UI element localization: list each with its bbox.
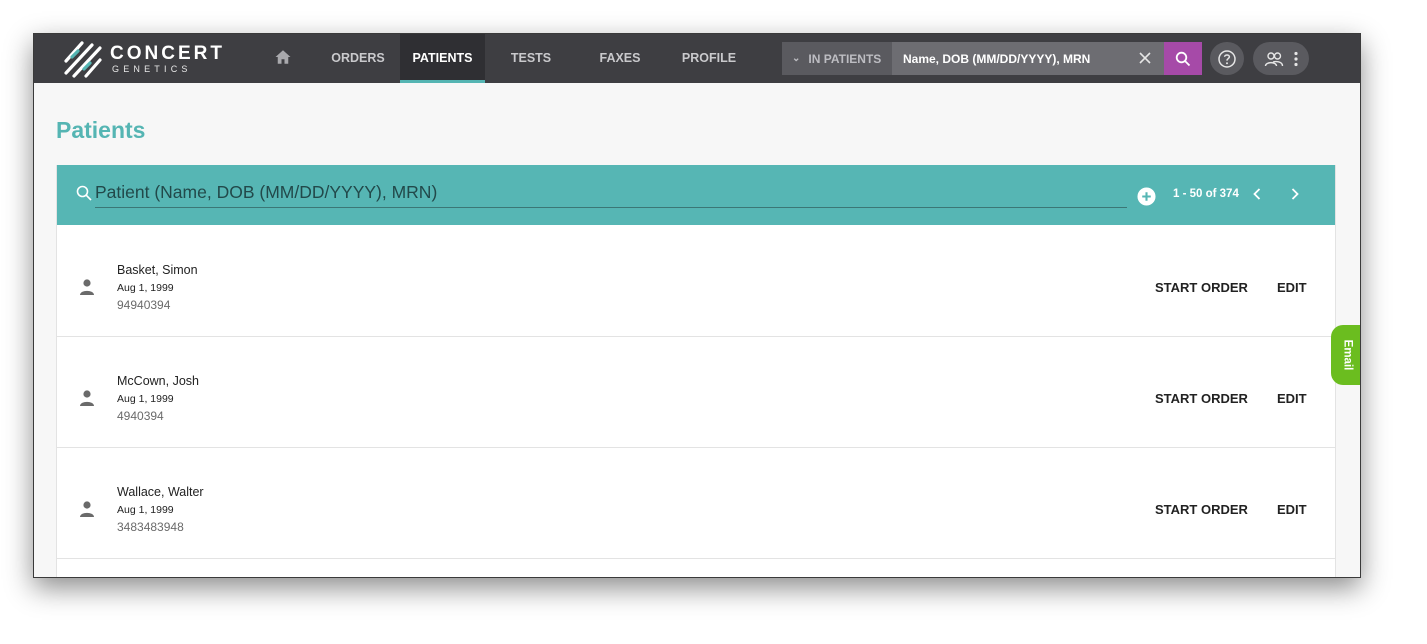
person-icon xyxy=(80,501,94,517)
patient-list-card: 1 - 50 of 374 Basket, Simon Aug 1, 1999 … xyxy=(56,165,1336,577)
home-icon[interactable] xyxy=(274,48,292,66)
page-title: Patients xyxy=(56,117,146,143)
patient-mrn: 94940394 xyxy=(117,298,171,312)
logo-sub-text: GENETICS xyxy=(112,64,192,74)
patient-mrn: 4940394 xyxy=(117,409,164,423)
nav-faxes[interactable]: FAXES xyxy=(582,34,658,83)
patient-dob: Aug 1, 1999 xyxy=(117,393,174,405)
patient-name: Wallace, Walter xyxy=(117,485,204,499)
nav-tests[interactable]: TESTS xyxy=(492,34,570,83)
help-button[interactable] xyxy=(1210,42,1244,75)
app-window: CONCERT GENETICS ORDERS PATIENTS TESTS F… xyxy=(33,33,1361,578)
global-search-button[interactable] xyxy=(1164,42,1202,75)
chevron-right-icon[interactable] xyxy=(1287,186,1303,202)
chevron-down-icon: ⌄ xyxy=(792,53,801,64)
users-icon xyxy=(1264,51,1284,66)
email-feedback-tab[interactable]: Email xyxy=(1331,325,1360,385)
start-order-button[interactable]: START ORDER xyxy=(1155,502,1248,517)
search-icon xyxy=(76,185,92,201)
edit-button[interactable]: EDIT xyxy=(1277,502,1307,517)
patient-name: McCown, Josh xyxy=(117,374,199,388)
nav-orders[interactable]: ORDERS xyxy=(317,34,399,83)
concert-genetics-logo[interactable]: CONCERT GENETICS xyxy=(62,39,225,79)
email-tab-label: Email xyxy=(1341,339,1353,371)
logo-brand-text: CONCERT xyxy=(110,43,225,64)
search-scope-label: IN PATIENTS xyxy=(808,51,882,66)
patient-dob: Aug 1, 1999 xyxy=(117,282,174,294)
logo-mark-icon xyxy=(64,41,102,78)
edit-button[interactable]: EDIT xyxy=(1277,280,1307,295)
more-vertical-icon xyxy=(1294,51,1298,66)
start-order-button[interactable]: START ORDER xyxy=(1155,280,1248,295)
pagination-range: 1 - 50 of 374 xyxy=(1173,188,1239,200)
help-icon xyxy=(1218,49,1236,68)
patient-row[interactable]: Basket, Simon Aug 1, 1999 94940394 START… xyxy=(57,226,1335,337)
clear-icon[interactable] xyxy=(1138,51,1152,65)
global-search-box xyxy=(892,42,1164,75)
patient-search-input[interactable] xyxy=(95,177,1127,208)
start-order-button[interactable]: START ORDER xyxy=(1155,391,1248,406)
edit-button[interactable]: EDIT xyxy=(1277,391,1307,406)
patient-mrn: 3483483948 xyxy=(117,520,184,534)
patient-row[interactable]: McCown, Josh Aug 1, 1999 4940394 START O… xyxy=(57,337,1335,448)
chevron-left-icon[interactable] xyxy=(1249,186,1265,202)
nav-profile[interactable]: PROFILE xyxy=(668,34,750,83)
add-patient-icon[interactable] xyxy=(1137,187,1156,206)
person-icon xyxy=(80,390,94,406)
patient-list-header: 1 - 50 of 374 xyxy=(57,165,1335,225)
person-icon xyxy=(80,279,94,295)
account-menu-button[interactable] xyxy=(1253,42,1309,75)
search-scope-dropdown[interactable]: ⌄ IN PATIENTS xyxy=(782,42,892,75)
global-search-input[interactable] xyxy=(903,51,1123,66)
nav-patients[interactable]: PATIENTS xyxy=(400,34,485,83)
patient-name: Basket, Simon xyxy=(117,263,198,277)
search-icon xyxy=(1175,51,1191,66)
top-navigation-bar: CONCERT GENETICS ORDERS PATIENTS TESTS F… xyxy=(34,34,1360,83)
patient-dob: Aug 1, 1999 xyxy=(117,504,174,516)
patient-row[interactable]: Wallace, Walter Aug 1, 1999 3483483948 S… xyxy=(57,448,1335,559)
